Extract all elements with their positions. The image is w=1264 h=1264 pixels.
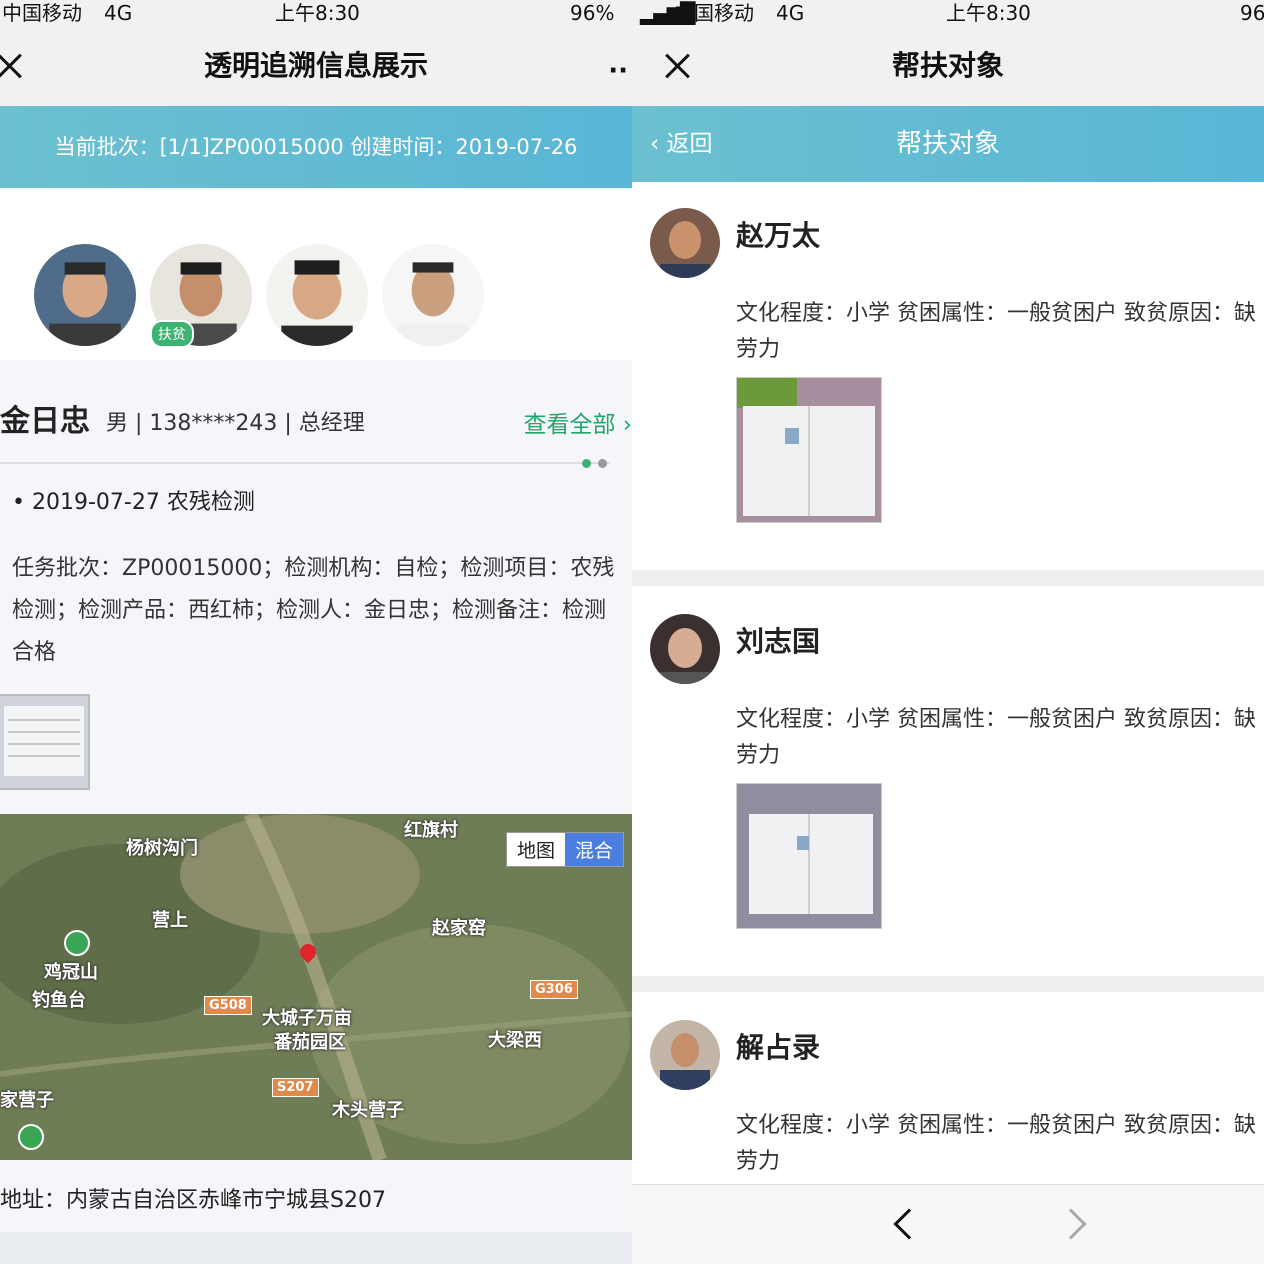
battery: 96 [1240,1,1264,25]
trace-info-screen: 中国移动 4G 上午8:30 96% 透明追溯信息展示 ·· 当前批次：[1/1… [0,0,632,1264]
person-name: 刘志国 [736,625,821,658]
card-divider [632,976,1264,992]
map-label: 鸡冠山 [44,962,98,983]
poverty-badge: 扶贫 [150,320,194,348]
network: 4G [104,1,133,25]
person-info: 文化程度：小学 贫困属性：一般贫困户 致贫原因：缺劳力 [736,707,1256,768]
map-type-toggle: 地图 混合 [505,832,624,867]
map-view[interactable]: 杨树沟门 红旗村 营上 鸡冠山 钓鱼台 赵家窑 大城子万亩 番茄园区 大梁西 家… [0,814,632,1160]
page-title: 帮扶对象 [891,49,1004,82]
page-dot-active [582,459,591,468]
clock: 上午8:30 [946,1,1031,25]
page-title: 透明追溯信息展示 [203,49,428,82]
batch-banner: 当前批次：[1/1]ZP00015000 创建时间：2019-07-26 [0,106,632,188]
person-name: 金日忠 [0,404,90,439]
avatar[interactable] [650,1020,720,1090]
carrier: 中国移动 [2,1,82,25]
avatar[interactable] [266,244,368,346]
nav-bar: 透明追溯信息展示 ·· [0,26,632,106]
nav-bar: 帮扶对象 [632,26,1264,106]
clock: 上午8:30 [275,1,360,25]
card-divider [632,570,1264,586]
id-document-photo[interactable] [736,783,882,929]
person-info: 文化程度：小学 贫困属性：一般贫困户 致贫原因：缺劳力 [736,1113,1256,1174]
mountain-icon [18,1124,44,1150]
map-label: 营上 [152,910,188,931]
view-all-link[interactable]: 查看全部 › [523,405,632,439]
map-mode-button[interactable]: 地图 [506,833,565,866]
record-date: • 2019-07-27 农残检测 [12,490,255,515]
back-chevron-icon: ‹ [650,131,667,157]
status-bar: 中国移动 4G 上午8:30 96% [0,0,632,26]
mountain-icon [64,930,90,956]
battery: 96% [570,1,615,25]
header-banner: ‹ 返回 帮扶对象 [632,106,1264,182]
avatar-carousel [0,190,632,360]
map-label: 番茄园区 [274,1032,346,1053]
person-name: 解占录 [736,1031,821,1064]
map-label: 杨树沟门 [126,838,198,859]
browser-toolbar [632,1184,1264,1264]
back-label: 返回 [666,131,713,157]
divider [0,462,610,464]
id-document-photo[interactable] [736,377,882,523]
address: 地址：内蒙古自治区赤峰市宁城县S207 [0,1188,386,1213]
page-dot [598,459,607,468]
avatar[interactable] [382,244,484,346]
avatar[interactable] [650,208,720,278]
hybrid-mode-button[interactable]: 混合 [564,833,623,866]
next-icon[interactable] [1055,1208,1087,1240]
person-info: 文化程度：小学 贫困属性：一般贫困户 致贫原因：缺劳力 [736,301,1256,362]
map-label: 红旗村 [404,820,458,841]
map-label: 木头营子 [332,1100,404,1121]
report-thumbnail[interactable] [0,694,90,790]
person-meta: 男 | 138****243 | 总经理 [106,411,365,436]
banner-title: 帮扶对象 [895,129,1000,159]
record-detail: 任务批次：ZP00015000；检测机构：自检；检测项目：农残检测；检测产品：西… [12,556,615,665]
bottom-spacer [0,1232,632,1264]
road-sign: S207 [272,1078,319,1097]
prev-icon[interactable] [893,1208,925,1240]
map-label: 大城子万亩 [262,1008,352,1029]
network: 4G [776,1,805,25]
map-label: 钓鱼台 [32,990,86,1011]
road-sign: G306 [530,980,578,999]
person-name: 赵万太 [736,219,821,252]
map-label: 家营子 [0,1090,54,1111]
aid-recipients-screen: ▂▄▆█ 中国移动 4G 上午8:30 96 帮扶对象 ‹ 返回 帮扶对象 赵万… [632,0,1264,1264]
carrier: 中国移动 [674,1,754,25]
more-icon[interactable]: ·· [608,56,628,86]
road-sign: G508 [204,996,252,1015]
avatar[interactable] [34,244,136,346]
back-button[interactable]: ‹ 返回 [650,106,713,182]
status-bar: ▂▄▆█ 中国移动 4G 上午8:30 96 [632,0,1264,26]
avatar[interactable] [650,614,720,684]
map-label: 大梁西 [488,1030,542,1051]
map-label: 赵家窑 [432,918,486,939]
